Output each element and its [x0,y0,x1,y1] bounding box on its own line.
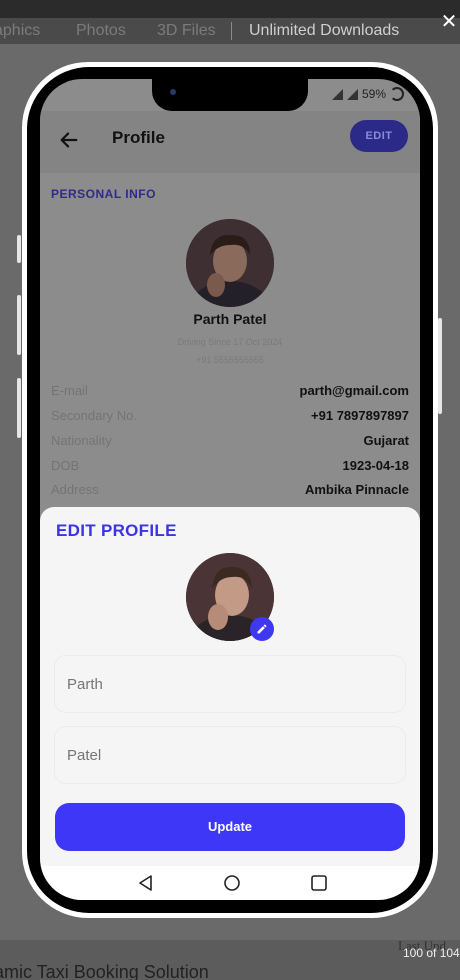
personal-info-heading: PERSONAL INFO [51,187,156,201]
tab-graphics[interactable]: aphics [0,22,40,40]
last-name-input[interactable] [67,727,387,783]
close-icon[interactable]: ✕ [438,11,460,33]
update-button[interactable]: Update [55,803,405,851]
back-arrow-icon[interactable] [58,129,80,151]
battery-percent: 59% [361,87,386,101]
info-label: Address [51,482,99,497]
first-name-field [54,655,406,713]
page-top-bar [0,0,460,18]
power-button [438,318,442,414]
navigation-bar [40,866,420,900]
tab-3d-files[interactable]: 3D Files [157,22,216,40]
category-tabs: aphics Photos 3D Files Unlimited Downloa… [0,18,460,44]
profile-name: Parth Patel [193,311,267,327]
info-label: Nationality [51,433,112,448]
phone-number-text: +91 5555555555 [196,355,264,365]
product-title: amic Taxi Booking Solution [0,962,209,980]
nav-back-icon[interactable] [136,873,156,893]
signal-icon-2 [346,88,358,100]
volume-down-button [17,378,21,438]
profile-avatar [186,219,274,307]
info-label: DOB [51,458,80,473]
sheet-title: EDIT PROFILE [56,521,177,540]
battery-icon [390,87,404,101]
signal-icon [331,88,343,100]
avatar-photo [186,219,274,307]
info-row-dob: DOB 1923-04-18 [51,458,409,476]
info-value: Ambika Pinnacle [304,482,409,497]
phone-screen: 59% Profile EDIT PERSONAL INFO Parth Pat… [40,79,420,900]
camera-notch [152,79,308,111]
info-row-nationality: Nationality Gujarat [51,433,409,451]
info-value: Gujarat [363,433,409,448]
info-row-address: Address Ambika Pinnacle [51,482,409,500]
edit-button[interactable]: EDIT [350,120,408,152]
info-value: 1923-04-18 [342,458,410,473]
pencil-icon [257,624,267,634]
info-value: +91 7897897897 [311,408,409,423]
image-counter: 100 of 104 [403,946,460,960]
volume-up-button [17,295,21,355]
info-value: parth@gmail.com [299,383,409,398]
edit-photo-pencil-icon[interactable] [250,617,274,641]
tab-photos[interactable]: Photos [76,22,126,40]
first-name-input[interactable] [67,656,387,712]
edit-profile-sheet: EDIT PROFILE Update [40,507,420,866]
nav-recents-icon[interactable] [309,873,329,893]
page-title: Profile [112,128,165,147]
info-row-email: E-mail parth@gmail.com [51,383,409,401]
info-label: Secondary No. [51,408,137,423]
status-bar: 59% [331,87,404,101]
tab-divider [231,22,232,40]
mute-switch [17,235,21,263]
info-label: E-mail [51,383,88,398]
info-row-secondary-no: Secondary No. +91 7897897897 [51,408,409,426]
last-name-field [54,726,406,784]
tab-unlimited-downloads[interactable]: Unlimited Downloads [249,22,399,40]
nav-home-icon[interactable] [222,873,242,893]
driving-since-text: Driving Since 17 Oct 2024 [177,337,283,347]
app-header: Profile EDIT [40,111,420,173]
front-camera [170,89,176,95]
